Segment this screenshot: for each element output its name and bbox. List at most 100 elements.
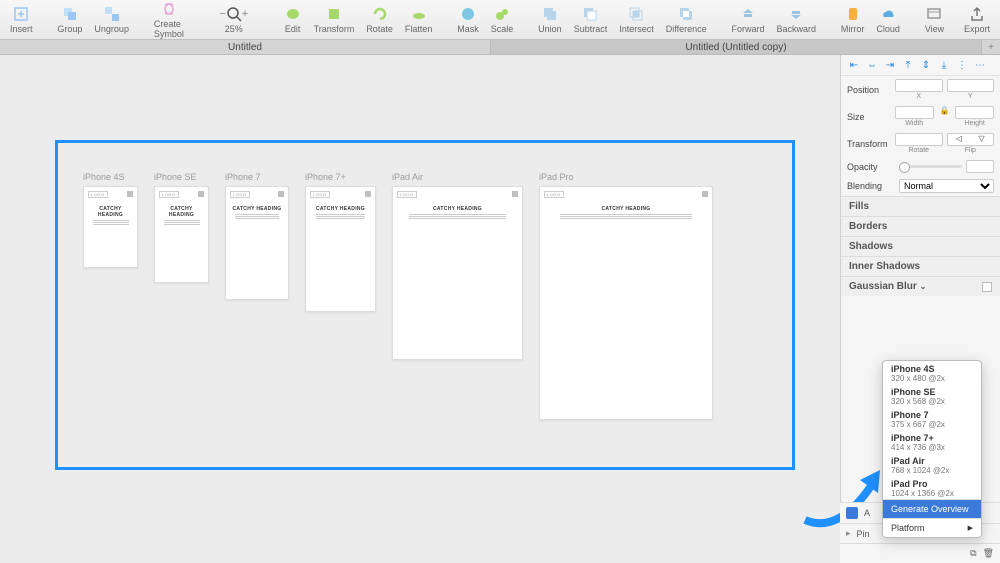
inner-shadows-section[interactable]: Inner Shadows: [841, 256, 1000, 276]
lorem-block: [164, 220, 200, 225]
device-dimensions: 414 x 736 @3x: [891, 443, 973, 452]
y-sublabel: Y: [968, 93, 973, 100]
device-name: iPhone SE: [891, 387, 973, 397]
tab-label: Untitled: [228, 42, 262, 53]
align-center-v-icon[interactable]: ⇕: [919, 58, 933, 72]
align-controls: ⇤ ⇔ ⇥ ⤒ ⇕ ⤓ ⋮ ⋯: [841, 55, 1000, 76]
trash-icon[interactable]: 🗑: [983, 548, 994, 559]
artboard-frame[interactable]: LOGOCATCHY HEADING: [154, 186, 209, 283]
scale-label: Scale: [491, 24, 514, 34]
mirror-label: Mirror: [841, 24, 865, 34]
flip-sublabel: Flip: [965, 147, 976, 154]
opacity-input[interactable]: [966, 160, 994, 173]
align-center-h-icon[interactable]: ⇔: [865, 58, 879, 72]
group-button[interactable]: Group: [51, 3, 88, 36]
union-button[interactable]: Union: [532, 3, 568, 36]
tab-untitled-1[interactable]: Untitled: [0, 40, 491, 54]
toolbar: Insert Group Ungroup Create Symbol −+25%…: [0, 0, 1000, 40]
plugin-icon: [846, 507, 858, 519]
device-item[interactable]: iPhone SE320 x 568 @2x: [883, 384, 981, 407]
flatten-button[interactable]: Flatten: [399, 3, 439, 36]
device-name: iPhone 4S: [891, 364, 973, 374]
device-dimensions: 768 x 1024 @2x: [891, 466, 973, 475]
lorem-block: [316, 214, 365, 219]
tab-strip: Untitled Untitled (Untitled copy) +: [0, 40, 1000, 55]
backward-button[interactable]: Backward: [771, 3, 823, 36]
artboard[interactable]: iPhone 4SLOGOCATCHY HEADING: [83, 172, 138, 420]
tab-add-button[interactable]: +: [982, 40, 1000, 54]
subtract-button[interactable]: Subtract: [568, 3, 614, 36]
align-right-icon[interactable]: ⇥: [883, 58, 897, 72]
difference-button[interactable]: Difference: [660, 3, 713, 36]
distribute-v-icon[interactable]: ⋯: [973, 58, 987, 72]
generate-overview-action[interactable]: Generate Overview: [883, 499, 981, 518]
mask-button[interactable]: Mask: [451, 3, 485, 36]
forward-button[interactable]: Forward: [725, 3, 770, 36]
transform-button[interactable]: Transform: [308, 3, 361, 36]
artboard[interactable]: iPhone 7+LOGOCATCHY HEADING: [305, 172, 376, 420]
device-item[interactable]: iPhone 7+414 x 736 @3x: [883, 430, 981, 453]
size-height-input[interactable]: [955, 106, 994, 119]
artboard[interactable]: iPad Pro LOGOCATCHY HEADING: [539, 172, 713, 420]
duplicate-icon[interactable]: ⧉: [970, 548, 976, 559]
lock-aspect-icon[interactable]: 🔒: [938, 106, 952, 127]
opacity-slider[interactable]: [899, 165, 962, 168]
artboard-frame[interactable]: LOGOCATCHY HEADING: [392, 186, 523, 360]
fills-section[interactable]: Fills: [841, 196, 1000, 216]
align-bottom-icon[interactable]: ⤓: [937, 58, 951, 72]
view-button[interactable]: View: [919, 3, 950, 36]
position-x-input[interactable]: [895, 79, 943, 92]
zoom-label: 25%: [225, 24, 243, 34]
export-button[interactable]: Export: [958, 3, 996, 36]
artboard-frame[interactable]: LOGOCATCHY HEADING: [225, 186, 289, 300]
align-left-icon[interactable]: ⇤: [847, 58, 861, 72]
rotate-button[interactable]: Rotate: [360, 3, 399, 36]
edit-button[interactable]: Edit: [278, 3, 308, 36]
gaussian-blur-checkbox[interactable]: [982, 282, 992, 292]
artboard-frame[interactable]: LOGOCATCHY HEADING: [83, 186, 138, 268]
cloud-button[interactable]: Cloud: [870, 3, 906, 36]
ungroup-button[interactable]: Ungroup: [88, 3, 135, 36]
artboard-label: iPad Pro: [539, 172, 713, 182]
pin-label: Pin: [857, 529, 870, 539]
insert-button[interactable]: Insert: [4, 3, 39, 36]
subtract-label: Subtract: [574, 24, 608, 34]
device-item[interactable]: iPad Air768 x 1024 @2x: [883, 453, 981, 476]
backward-icon: [787, 5, 805, 23]
borders-section[interactable]: Borders: [841, 216, 1000, 236]
shadows-section[interactable]: Shadows: [841, 236, 1000, 256]
artboard-frame[interactable]: LOGOCATCHY HEADING: [305, 186, 376, 312]
rotate-input[interactable]: [895, 133, 943, 146]
scale-button[interactable]: Scale: [485, 3, 520, 36]
mirror-button[interactable]: Mirror: [835, 3, 871, 36]
artboard[interactable]: iPad AirLOGOCATCHY HEADING: [392, 172, 523, 420]
tab-untitled-2[interactable]: Untitled (Untitled copy): [491, 40, 982, 54]
intersect-button[interactable]: Intersect: [613, 3, 660, 36]
artboard-frame[interactable]: LOGOCATCHY HEADING: [539, 186, 713, 420]
artboard[interactable]: iPhone SELOGOCATCHY HEADING: [154, 172, 209, 420]
blending-select[interactable]: Normal: [899, 179, 994, 193]
cloud-label: Cloud: [876, 24, 900, 34]
intersect-label: Intersect: [619, 24, 654, 34]
position-y-input[interactable]: [947, 79, 995, 92]
distribute-h-icon[interactable]: ⋮: [955, 58, 969, 72]
size-width-input[interactable]: [895, 106, 934, 119]
flip-control[interactable]: ◁▽: [947, 133, 995, 146]
canvas[interactable]: iPhone 4SLOGOCATCHY HEADING iPhone SELOGO…: [0, 55, 840, 563]
gaussian-blur-section[interactable]: Gaussian Blur ⌄: [841, 276, 1000, 296]
zoom-control[interactable]: −+25%: [203, 3, 265, 36]
opacity-label: Opacity: [847, 162, 895, 172]
logo-placeholder: LOGO: [544, 191, 564, 198]
height-sublabel: Height: [965, 120, 985, 127]
device-item[interactable]: iPhone 7375 x 667 @2x: [883, 407, 981, 430]
align-top-icon[interactable]: ⤒: [901, 58, 915, 72]
logo-placeholder: LOGO: [310, 191, 330, 198]
artboard[interactable]: iPhone 7LOGOCATCHY HEADING: [225, 172, 289, 420]
device-item[interactable]: iPhone 4S320 x 480 @2x: [883, 361, 981, 384]
create-symbol-button[interactable]: Create Symbol: [148, 0, 190, 41]
device-item[interactable]: iPad Pro1024 x 1366 @2x: [883, 476, 981, 499]
group-icon: [61, 5, 79, 23]
platform-submenu[interactable]: Platform▶: [883, 518, 981, 537]
edit-label: Edit: [285, 24, 301, 34]
lorem-block: [93, 220, 129, 225]
